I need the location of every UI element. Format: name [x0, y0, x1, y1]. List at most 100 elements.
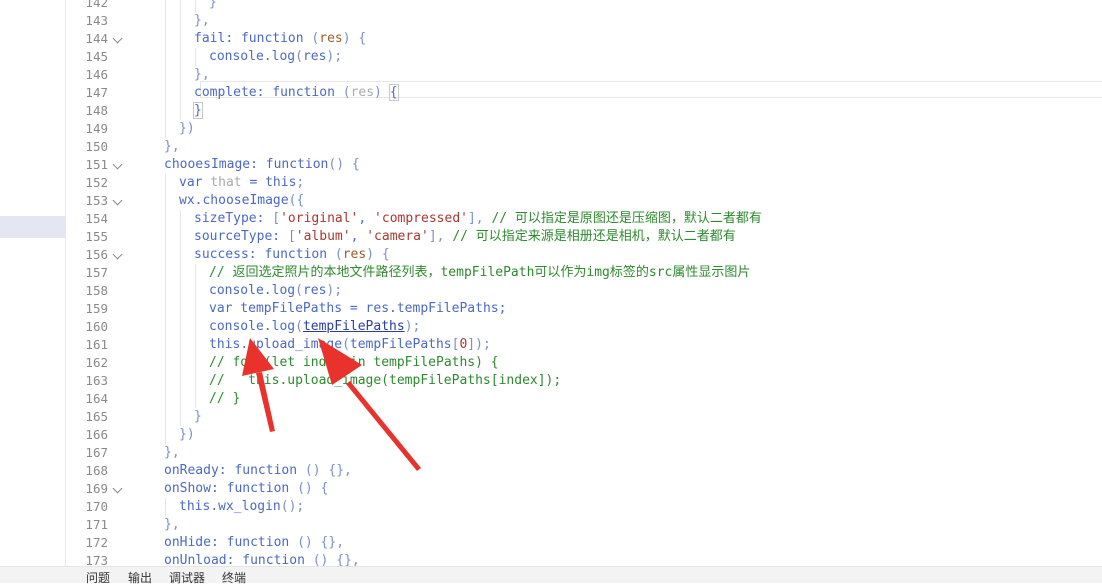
explorer-panel-strip: [0, 0, 66, 582]
code-line[interactable]: 168 onReady: function () {},: [66, 462, 1102, 480]
code-line[interactable]: 152 var that = this;: [66, 174, 1102, 192]
explorer-selected-item[interactable]: [0, 216, 66, 238]
tab-problems[interactable]: 问题: [86, 571, 110, 585]
code-line[interactable]: 159 var tempFilePaths = res.tempFilePaths…: [66, 300, 1102, 318]
code-token: }: [194, 409, 202, 424]
code-line[interactable]: 149}): [66, 120, 1102, 138]
code-line[interactable]: 142}: [66, 0, 1102, 12]
code-token: var: [179, 175, 203, 190]
line-number: 157: [85, 265, 108, 280]
code-token: }: [193, 102, 203, 119]
code-token: tempFilePaths: [302, 319, 405, 334]
code-token: () {},: [297, 463, 352, 478]
line-number: 156: [85, 247, 108, 262]
line-number: 163: [85, 373, 108, 388]
code-line[interactable]: 158 console.log(res);: [66, 282, 1102, 300]
code-line[interactable]: 160 console.log(tempFilePaths);: [66, 318, 1102, 336]
line-number: 166: [85, 427, 108, 442]
code-token: =: [241, 175, 266, 190]
chevron-down-icon[interactable]: [112, 159, 123, 170]
code-token: 'original': [280, 211, 359, 226]
code-token: function: [242, 553, 305, 566]
code-line[interactable]: 146},: [66, 66, 1102, 84]
code-text: complete: function (res) {: [194, 84, 399, 102]
code-line[interactable]: 161 this.upload_image(tempFilePaths[0]);: [66, 336, 1102, 354]
code-line[interactable]: 166}): [66, 426, 1102, 444]
code-line[interactable]: 144 fail: function (res) {: [66, 30, 1102, 48]
code-token: :: [210, 535, 227, 550]
code-line[interactable]: 172 onHide: function () {},: [66, 534, 1102, 552]
code-line[interactable]: 170 this.wx_login();: [66, 498, 1102, 516]
code-line[interactable]: 169 onShow: function () {: [66, 480, 1102, 498]
code-token: {: [388, 84, 399, 101]
tab-debugger[interactable]: 调试器: [169, 571, 205, 585]
tab-output[interactable]: 输出: [128, 571, 152, 585]
tab-terminal[interactable]: 终端: [222, 571, 246, 585]
code-token: 'compressed': [374, 211, 468, 226]
chevron-down-icon[interactable]: [112, 195, 123, 206]
code-token: }): [179, 427, 195, 442]
code-token: sourceType: [194, 229, 273, 244]
line-number: 147: [85, 85, 108, 100]
code-line[interactable]: 155 sourceType: ['album', 'camera'], // 可…: [66, 228, 1102, 246]
code-line[interactable]: 151 chooesImage: function() {: [66, 156, 1102, 174]
code-token: chooseImage: [202, 193, 289, 208]
code-line[interactable]: 157 // 返回选定照片的本地文件路径列表，tempFilePath可以作为im…: [66, 264, 1102, 282]
code-line[interactable]: 147 complete: function (res) {: [66, 84, 1102, 102]
code-token: function: [226, 535, 290, 550]
code-line[interactable]: 171},: [66, 516, 1102, 534]
code-token: .wx_login: [210, 499, 281, 514]
code-text: // }: [209, 390, 240, 408]
line-number: 145: [85, 49, 108, 64]
line-number: 167: [85, 445, 108, 460]
code-token: index in tempFilePaths) {: [295, 355, 499, 370]
code-token: this: [265, 175, 297, 190]
code-token: ): [374, 85, 390, 100]
line-number: 148: [85, 103, 108, 118]
code-line[interactable]: 153 wx.chooseImage({: [66, 192, 1102, 210]
code-token: :: [226, 553, 243, 566]
code-token: res: [319, 31, 343, 46]
code-token: success: [194, 247, 249, 262]
chevron-down-icon[interactable]: [112, 249, 123, 260]
code-line[interactable]: 162 // for (let index in tempFilePaths) {: [66, 354, 1102, 372]
code-token: (: [334, 85, 351, 100]
code-token: res: [302, 49, 327, 64]
code-line[interactable]: 150},: [66, 138, 1102, 156]
line-number: 143: [85, 13, 108, 28]
code-line[interactable]: 173 onUnload: function () {},: [66, 552, 1102, 566]
code-line[interactable]: 154 sizeType: ['original', 'compressed'],…: [66, 210, 1102, 228]
code-token: this: [179, 499, 211, 514]
line-number: 154: [85, 211, 108, 226]
code-token: fail: [194, 31, 226, 46]
code-line[interactable]: 165}: [66, 408, 1102, 426]
code-token: (: [342, 337, 350, 352]
line-number: 165: [85, 409, 108, 424]
code-token: (: [295, 49, 303, 64]
code-line[interactable]: 163 // this.upload_image(tempFilePaths[in…: [66, 372, 1102, 390]
code-token: wx: [179, 193, 195, 208]
code-token: log: [271, 283, 296, 298]
code-token: );: [326, 283, 343, 298]
code-token: res: [342, 247, 367, 262]
chevron-down-icon[interactable]: [112, 483, 123, 494]
code-text: fail: function (res) {: [194, 30, 366, 48]
code-editor[interactable]: 142} 143}, 144 fail: function (res) {145 con…: [66, 0, 1102, 566]
code-token: }: [209, 0, 217, 10]
code-line[interactable]: 145 console.log(res);: [66, 48, 1102, 66]
line-number: 172: [85, 535, 108, 550]
chevron-down-icon[interactable]: [112, 33, 123, 44]
code-token: :: [218, 463, 235, 478]
code-line[interactable]: 164 // }: [66, 390, 1102, 408]
code-token: // this.upload_image(tempFilePaths[index…: [209, 373, 562, 388]
code-token: .: [263, 283, 272, 298]
code-token: },: [194, 13, 210, 28]
code-line[interactable]: 167},: [66, 444, 1102, 462]
code-token: onReady: [164, 463, 219, 478]
code-line[interactable]: 156 success: function (res) {: [66, 246, 1102, 264]
code-token: () {: [328, 157, 360, 172]
code-line[interactable]: 148}: [66, 102, 1102, 120]
code-line[interactable]: 143},: [66, 12, 1102, 30]
code-text: onShow: function () {: [164, 480, 328, 498]
code-token: [: [272, 211, 281, 226]
